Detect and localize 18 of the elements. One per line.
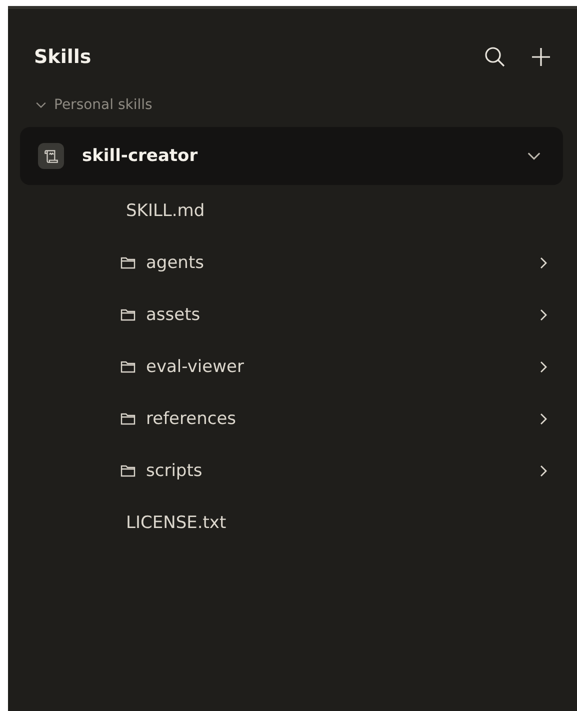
panel-title: Skills xyxy=(34,46,92,68)
folder-item[interactable]: references xyxy=(34,393,563,445)
folder-icon xyxy=(120,307,136,323)
add-icon[interactable] xyxy=(529,45,553,69)
folder-item[interactable]: scripts xyxy=(34,445,563,497)
search-icon[interactable] xyxy=(483,45,507,69)
section-label[interactable]: Personal skills xyxy=(54,97,152,113)
folder-item[interactable]: eval-viewer xyxy=(34,341,563,393)
folder-icon xyxy=(120,411,136,427)
folder-icon xyxy=(120,463,136,479)
folder-item[interactable]: agents xyxy=(34,237,563,289)
scroll-icon xyxy=(38,143,64,169)
folder-icon xyxy=(120,255,136,271)
file-item[interactable]: SKILL.md xyxy=(34,185,563,237)
folder-icon xyxy=(120,359,136,375)
skill-item[interactable]: skill-creator xyxy=(20,127,563,185)
folder-item[interactable]: assets xyxy=(34,289,563,341)
file-item[interactable]: LICENSE.txt xyxy=(34,497,563,549)
